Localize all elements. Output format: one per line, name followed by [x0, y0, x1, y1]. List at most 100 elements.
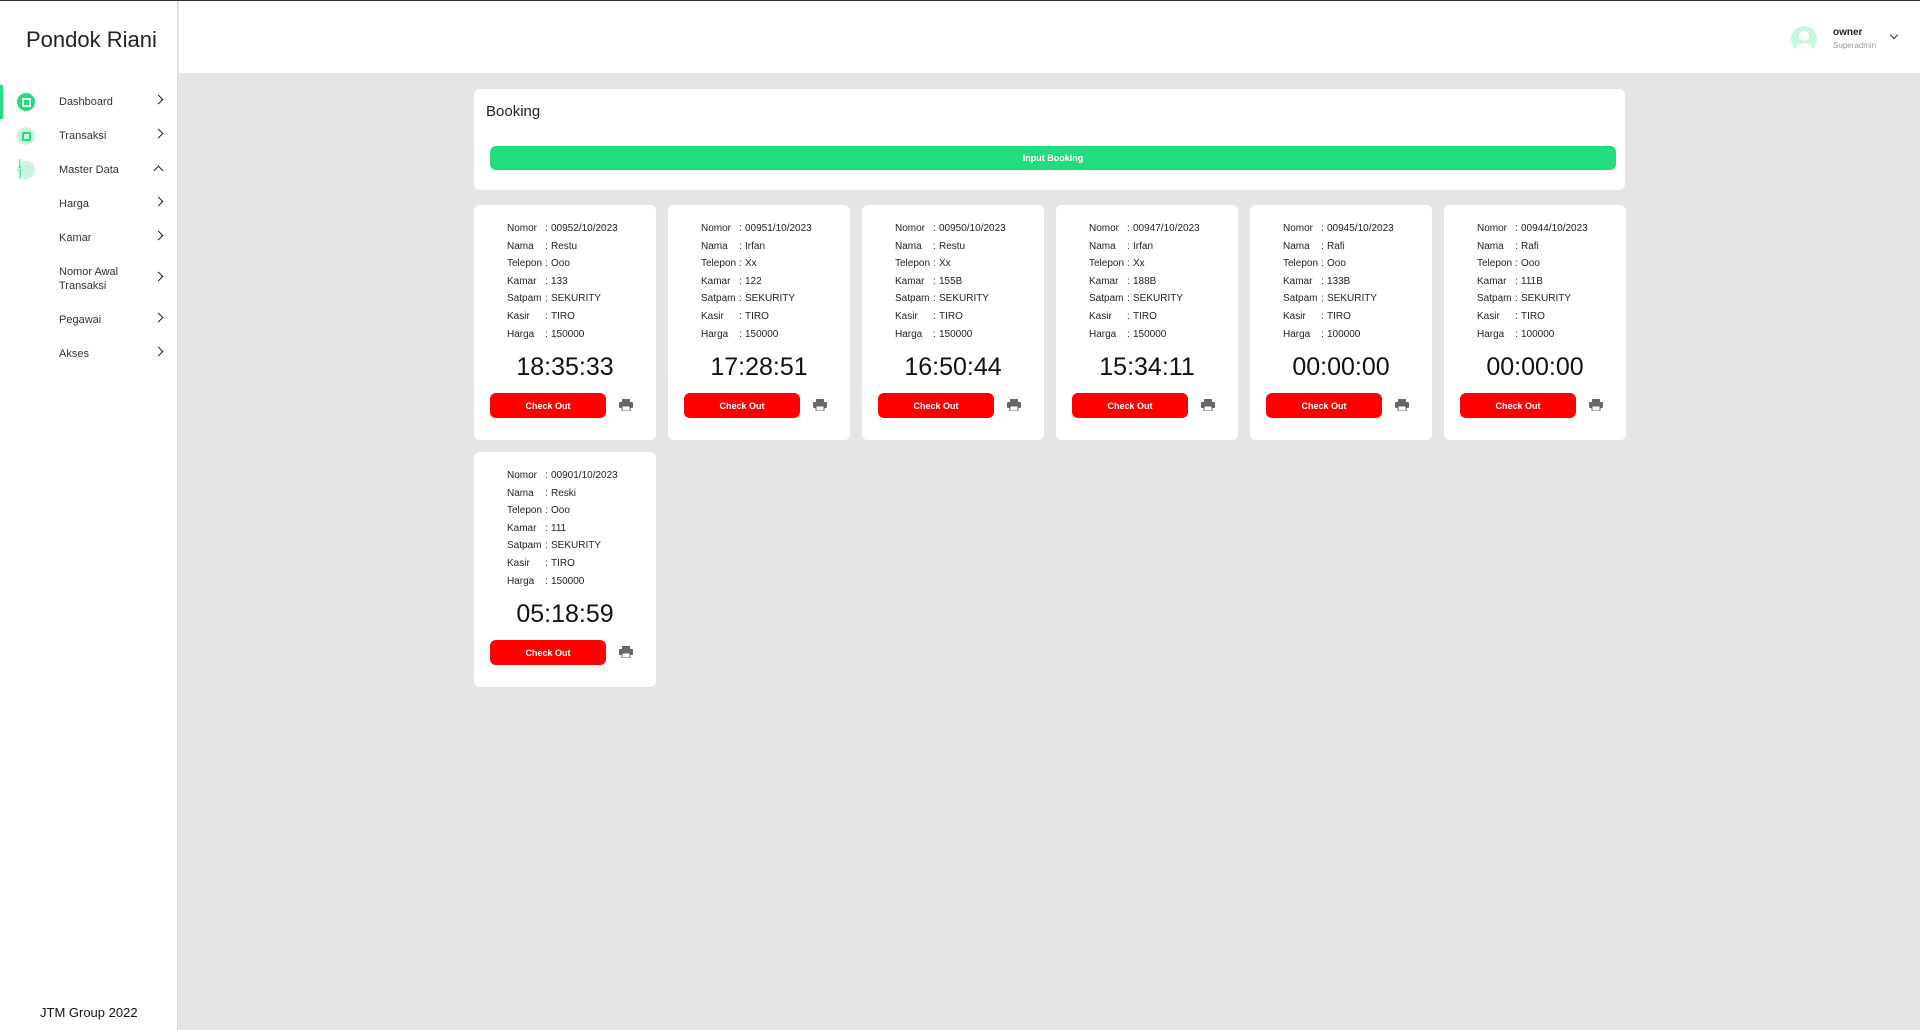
row-kamar: Kamar:111B	[1477, 273, 1588, 291]
sidebar-subitem-kamar[interactable]: Kamar	[0, 221, 178, 255]
booking-card: Nomor:00944/10/2023 Nama: Rafi Telepon: Oo…	[1444, 205, 1626, 440]
stay-timer: 00:00:00	[1292, 353, 1390, 381]
row-kasir: Kasir: TIRO	[1283, 308, 1394, 326]
field-label: Satpam	[507, 540, 542, 552]
field-label: Kasir	[1283, 310, 1306, 322]
stay-timer: 00:00:00	[1486, 353, 1584, 381]
printer-icon[interactable]	[1589, 399, 1603, 411]
booking-card: Nomor:00945/10/2023 Nama: Rafi Telepon: Oo…	[1250, 205, 1432, 440]
field-label: Kasir	[1477, 310, 1500, 322]
row-harga: Harga:150000	[701, 326, 812, 344]
booking-card-list: Nomor:00952/10/2023 Nama: Restu Telepon: O…	[474, 205, 1634, 687]
check-out-button[interactable]: Check Out	[684, 393, 800, 418]
user-avatar-icon[interactable]	[1791, 26, 1817, 52]
field-value-harga: 100000	[1327, 328, 1361, 340]
printer-icon[interactable]	[1007, 399, 1021, 411]
booking-card: Nomor:00951/10/2023 Nama: Irfan Telepon: X…	[668, 205, 850, 440]
printer-icon[interactable]	[1395, 399, 1409, 411]
sidebar-subitem-harga[interactable]: Harga	[0, 187, 178, 221]
printer-icon[interactable]	[813, 399, 827, 411]
row-nomor: Nomor:00947/10/2023	[1089, 220, 1200, 238]
sidebar-item-label: Harga	[59, 198, 89, 210]
sidebar-item-transaksi[interactable]: Transaksi	[0, 119, 178, 153]
row-telepon: Telepon: Ooo	[1283, 255, 1394, 273]
check-out-button[interactable]: Check Out	[490, 393, 606, 418]
field-value-telepon: Xx	[939, 258, 951, 270]
field-value-kasir: TIRO	[1133, 310, 1157, 322]
row-nama: Nama: Restu	[895, 238, 1006, 256]
booking-card: Nomor:00947/10/2023 Nama: Irfan Telepon: X…	[1056, 205, 1238, 440]
row-telepon: Telepon: Xx	[1089, 255, 1200, 273]
field-label: Telepon	[1089, 258, 1125, 270]
row-harga: Harga:100000	[1477, 326, 1588, 344]
stay-timer: 15:34:11	[1099, 353, 1195, 381]
row-telepon: Telepon: Ooo	[507, 502, 618, 520]
check-out-button[interactable]: Check Out	[878, 393, 994, 418]
field-label: Harga	[507, 575, 535, 587]
field-value-satpam: SEKURITY	[551, 293, 602, 305]
row-nama: Nama: Restu	[507, 238, 618, 256]
row-kamar: Kamar:111	[507, 520, 618, 538]
field-value-satpam: SEKURITY	[1327, 293, 1378, 305]
field-label: Harga	[1089, 328, 1117, 340]
field-label: Satpam	[1283, 293, 1318, 305]
row-harga: Harga:100000	[1283, 326, 1394, 344]
field-label: Telepon	[895, 258, 931, 270]
row-nomor: Nomor:00950/10/2023	[895, 220, 1006, 238]
row-nomor: Nomor:00952/10/2023	[507, 220, 618, 238]
printer-icon[interactable]	[619, 646, 633, 658]
field-value-nama: Irfan	[745, 240, 766, 252]
sidebar-nav: Dashboard Transaksi [ ] Master Data Harg…	[0, 85, 178, 371]
row-kamar: Kamar:155B	[895, 273, 1006, 291]
field-label: Kamar	[1477, 275, 1507, 287]
chevron-right-icon	[153, 312, 164, 323]
booking-panel: Booking Input Booking	[474, 89, 1625, 190]
field-label: Nomor	[507, 470, 538, 481]
booking-details: Nomor:00950/10/2023 Nama: Restu Telepon: X…	[895, 220, 1006, 343]
row-satpam: Satpam: SEKURITY	[701, 290, 812, 308]
field-value-satpam: SEKURITY	[745, 293, 796, 305]
field-label: Kamar	[507, 522, 537, 534]
field-value-nama: Reski	[551, 487, 577, 499]
field-value-kasir: TIRO	[551, 557, 575, 569]
check-out-button[interactable]: Check Out	[1072, 393, 1188, 418]
field-value-nomor: 00952/10/2023	[551, 223, 618, 234]
printer-icon[interactable]	[1201, 399, 1215, 411]
field-value-kasir: TIRO	[1521, 310, 1545, 322]
sidebar-subitem-akses[interactable]: Akses	[0, 337, 178, 371]
field-value-harga: 100000	[1521, 328, 1555, 340]
sidebar-item-master-data[interactable]: [ ] Master Data	[0, 153, 178, 187]
sidebar-footer: JTM Group 2022	[40, 1005, 138, 1020]
sidebar-item-dashboard[interactable]: Dashboard	[0, 85, 178, 119]
sidebar-subitem-pegawai[interactable]: Pegawai	[0, 303, 178, 337]
field-label: Nama	[1283, 240, 1310, 252]
field-value-kasir: TIRO	[551, 310, 575, 322]
field-label: Kasir	[1089, 310, 1112, 322]
field-value-telepon: Ooo	[1521, 258, 1540, 270]
sidebar-subitem-nomor-awal-transaksi[interactable]: Nomor Awal Transaksi	[0, 255, 178, 303]
sidebar-item-label: Dashboard	[59, 96, 113, 108]
field-label: Kasir	[701, 310, 724, 322]
field-label: Kamar	[1089, 275, 1119, 287]
field-value-harga: 150000	[551, 328, 585, 340]
sidebar-item-label: Pegawai	[59, 314, 102, 326]
check-out-button[interactable]: Check Out	[1266, 393, 1382, 418]
check-out-button[interactable]: Check Out	[1460, 393, 1576, 418]
row-satpam: Satpam: SEKURITY	[1477, 290, 1588, 308]
chevron-down-icon[interactable]	[1889, 30, 1899, 40]
field-value-nomor: 00950/10/2023	[939, 223, 1006, 234]
chevron-right-icon	[153, 346, 164, 357]
field-value-harga: 150000	[1133, 328, 1167, 340]
sidebar-item-label: Akses	[59, 348, 89, 360]
input-booking-button[interactable]: Input Booking	[490, 146, 1616, 170]
receipt-icon	[17, 127, 35, 145]
field-value-harga: 150000	[551, 575, 585, 587]
page-title: Booking	[486, 103, 541, 120]
printer-icon[interactable]	[619, 399, 633, 411]
booking-details: Nomor:00944/10/2023 Nama: Rafi Telepon: Oo…	[1477, 220, 1588, 343]
booking-card: Nomor:00950/10/2023 Nama: Restu Telepon: X…	[862, 205, 1044, 440]
dashboard-icon	[17, 93, 35, 111]
row-kasir: Kasir: TIRO	[1477, 308, 1588, 326]
check-out-button[interactable]: Check Out	[490, 640, 606, 665]
row-satpam: Satpam: SEKURITY	[1089, 290, 1200, 308]
